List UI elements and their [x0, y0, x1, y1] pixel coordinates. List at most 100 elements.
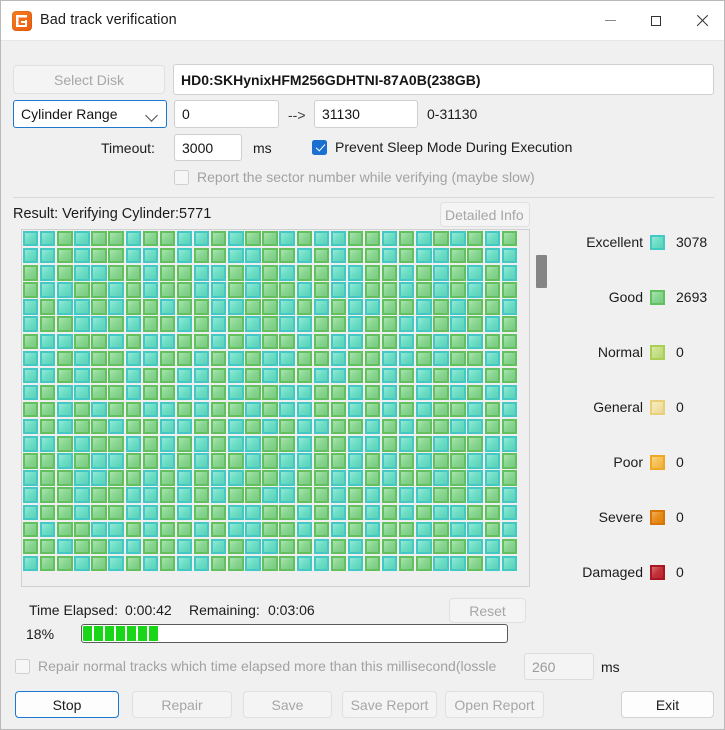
- sector-cell[interactable]: [228, 282, 244, 298]
- sector-cell[interactable]: [399, 555, 415, 572]
- sector-cell[interactable]: [330, 401, 347, 418]
- sector-cell[interactable]: [484, 453, 500, 469]
- sector-cell[interactable]: [450, 316, 466, 332]
- sector-cell[interactable]: [193, 316, 210, 332]
- sector-cell[interactable]: [57, 555, 73, 572]
- sector-cell[interactable]: [416, 231, 432, 247]
- sector-cell[interactable]: [108, 555, 124, 572]
- sector-cell[interactable]: [279, 316, 295, 332]
- sector-cell[interactable]: [262, 367, 278, 384]
- sector-cell[interactable]: [313, 419, 329, 435]
- sector-cell[interactable]: [142, 521, 159, 537]
- sector-cell[interactable]: [91, 521, 107, 537]
- sector-cell[interactable]: [381, 436, 398, 452]
- sector-cell[interactable]: [330, 487, 347, 503]
- sector-cell[interactable]: [176, 401, 193, 418]
- sector-cell[interactable]: [193, 282, 210, 298]
- sector-cell[interactable]: [467, 282, 483, 298]
- sector-cell[interactable]: [484, 470, 500, 486]
- sector-cell[interactable]: [245, 384, 261, 401]
- sector-cell[interactable]: [125, 282, 141, 298]
- sector-cell[interactable]: [23, 555, 39, 572]
- sector-cell[interactable]: [159, 419, 176, 435]
- sector-cell[interactable]: [74, 555, 90, 572]
- sector-cell[interactable]: [142, 487, 159, 503]
- sector-cell[interactable]: [484, 316, 500, 332]
- sector-cell[interactable]: [433, 367, 449, 384]
- sector-cell[interactable]: [330, 367, 347, 384]
- sector-cell[interactable]: [296, 265, 312, 281]
- sector-cell[interactable]: [381, 299, 398, 315]
- sector-cell[interactable]: [74, 384, 90, 401]
- sector-cell[interactable]: [399, 453, 415, 469]
- sector-cell[interactable]: [57, 299, 73, 315]
- sector-cell[interactable]: [176, 419, 193, 435]
- sector-cell[interactable]: [228, 487, 244, 503]
- sector-cell[interactable]: [381, 538, 398, 555]
- sector-cell[interactable]: [23, 453, 39, 469]
- sector-cell[interactable]: [74, 282, 90, 298]
- sector-cell[interactable]: [450, 282, 466, 298]
- sector-cell[interactable]: [364, 350, 381, 367]
- sector-cell[interactable]: [142, 350, 159, 367]
- sector-cell[interactable]: [57, 436, 73, 452]
- sector-cell[interactable]: [159, 350, 176, 367]
- sector-cell[interactable]: [262, 487, 278, 503]
- sector-cell[interactable]: [279, 248, 295, 264]
- sector-cell[interactable]: [279, 521, 295, 537]
- detailed-info-button[interactable]: Detailed Info: [440, 202, 530, 227]
- sector-cell[interactable]: [364, 538, 381, 555]
- sector-cell[interactable]: [433, 231, 449, 247]
- sector-cell[interactable]: [57, 384, 73, 401]
- sector-cell[interactable]: [159, 282, 176, 298]
- sector-cell[interactable]: [262, 401, 278, 418]
- sector-cell[interactable]: [142, 231, 159, 247]
- sector-cell[interactable]: [501, 504, 518, 520]
- sector-cell[interactable]: [23, 265, 39, 281]
- sector-cell[interactable]: [484, 265, 500, 281]
- sector-cell[interactable]: [228, 521, 244, 537]
- sector-cell[interactable]: [364, 401, 381, 418]
- sector-cell[interactable]: [330, 419, 347, 435]
- sector-cell[interactable]: [23, 470, 39, 486]
- sector-cell[interactable]: [159, 384, 176, 401]
- range-mode-combobox[interactable]: Cylinder Range: [13, 100, 167, 128]
- sector-cell[interactable]: [245, 350, 261, 367]
- sector-cell[interactable]: [381, 504, 398, 520]
- sector-cell[interactable]: [330, 265, 347, 281]
- sector-cell[interactable]: [74, 333, 90, 349]
- sector-cell[interactable]: [313, 436, 329, 452]
- sector-cell[interactable]: [313, 401, 329, 418]
- sector-cell[interactable]: [211, 248, 227, 264]
- sector-cell[interactable]: [211, 419, 227, 435]
- sector-cell[interactable]: [57, 282, 73, 298]
- sector-cell[interactable]: [193, 436, 210, 452]
- sector-cell[interactable]: [296, 521, 312, 537]
- sector-cell[interactable]: [433, 487, 449, 503]
- sector-cell[interactable]: [228, 265, 244, 281]
- sector-cell[interactable]: [125, 521, 141, 537]
- sector-cell[interactable]: [501, 350, 518, 367]
- sector-cell[interactable]: [262, 248, 278, 264]
- sector-cell[interactable]: [416, 470, 432, 486]
- sector-cell[interactable]: [279, 384, 295, 401]
- sector-cell[interactable]: [40, 521, 56, 537]
- sector-cell[interactable]: [176, 504, 193, 520]
- sector-cell[interactable]: [450, 401, 466, 418]
- sector-cell[interactable]: [142, 419, 159, 435]
- sector-cell[interactable]: [313, 538, 329, 555]
- sector-cell[interactable]: [313, 521, 329, 537]
- sector-cell[interactable]: [433, 282, 449, 298]
- sector-cell[interactable]: [176, 555, 193, 572]
- sector-cell[interactable]: [450, 538, 466, 555]
- sector-cell[interactable]: [193, 231, 210, 247]
- sector-cell[interactable]: [416, 436, 432, 452]
- sector-cell[interactable]: [484, 248, 500, 264]
- sector-cell[interactable]: [245, 282, 261, 298]
- sector-cell[interactable]: [176, 470, 193, 486]
- sector-cell[interactable]: [74, 470, 90, 486]
- sector-cell[interactable]: [433, 265, 449, 281]
- sector-cell[interactable]: [262, 470, 278, 486]
- sector-cell[interactable]: [74, 504, 90, 520]
- sector-cell[interactable]: [125, 453, 141, 469]
